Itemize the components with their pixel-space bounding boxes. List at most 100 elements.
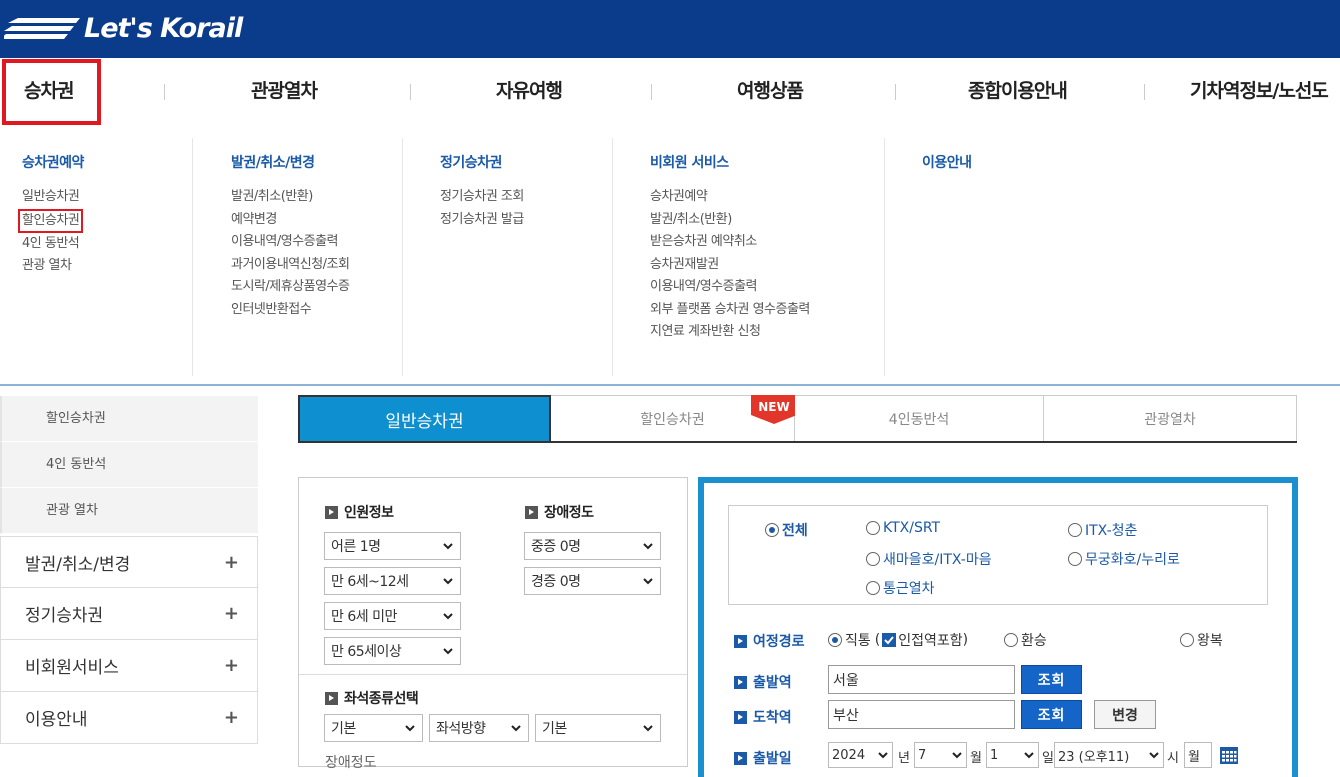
chevron-down-icon [405,725,415,732]
mega-link-discount-highlighted[interactable]: 할인승차권 [18,208,84,233]
sidebar-sub-4seat[interactable]: 4인 동반석 [0,442,258,488]
mega-col-nonmember: 비회원 서비스 승차권예약 발권/취소(반환) 받은승차권 예약취소 승차권재발… [650,138,810,376]
seat-type-select[interactable]: 기본 [324,714,423,742]
tab-tour[interactable]: 관광열차 [1044,395,1297,441]
arrival-search-button[interactable]: 조회 [1021,700,1082,729]
mega-link[interactable]: 지연료 계좌반환 신청 [650,321,810,344]
arrow-square-icon [734,710,747,724]
mega-head[interactable]: 승차권예약 [22,152,84,172]
radio-checked-icon [765,523,779,537]
departure-input[interactable]: 서울 [828,665,1015,694]
radio-all[interactable]: 전체 [765,520,808,540]
mild-select[interactable]: 경증 0명 [524,567,661,595]
sidebar-item-season[interactable]: 정기승차권 + [0,588,258,640]
mega-link[interactable]: 4인 동반석 [22,233,84,256]
hour-unit: 시 [1167,751,1179,766]
radio-ktx[interactable]: KTX/SRT [866,520,940,536]
tab-4seat[interactable]: 4인동반석 [795,395,1044,441]
seat-position-select[interactable]: 기본 [535,714,661,742]
month-select[interactable]: 7 [914,742,967,768]
mega-link[interactable]: 승차권예약 [650,186,810,209]
korail-logo[interactable]: Let's Korail [4,10,243,46]
severe-select[interactable]: 중증 0명 [524,532,661,560]
tab-general[interactable]: 일반승차권 [298,395,551,441]
seat-direction-select[interactable]: 좌석방향 [429,714,529,742]
arrow-square-icon [734,634,747,648]
mega-link[interactable]: 승차권재발권 [650,254,810,277]
nav-free-travel[interactable]: 자유여행 [496,76,563,103]
radio-mugunghwa[interactable]: 무궁화호/누리로 [1068,549,1180,569]
year-select[interactable]: 2024 [828,742,893,768]
tab-label: 할인승차권 [640,411,705,428]
nav-divider [410,84,411,100]
route-roundtrip-radio[interactable]: 왕복 [1180,630,1223,650]
arrow-square-icon [525,505,538,519]
route-transfer-radio[interactable]: 환승 [1004,630,1047,650]
nav-divider [895,84,896,100]
sidebar-item-nonmember[interactable]: 비회원서비스 + [0,640,258,692]
mega-head[interactable]: 이용안내 [922,152,972,172]
chevron-down-icon [952,752,962,759]
sidebar-item-issue[interactable]: 발권/취소/변경 + [0,536,258,588]
child-select[interactable]: 만 6세~12세 [324,567,461,595]
calendar-icon[interactable] [1219,745,1239,765]
mega-link[interactable]: 이용내역/영수증출력 [650,276,810,299]
nav-guide[interactable]: 종합이용안내 [968,76,1068,103]
mega-link[interactable]: 발권/취소(반환) [650,209,810,232]
mega-head[interactable]: 비회원 서비스 [650,152,810,172]
arrow-square-icon [325,691,338,705]
radio-icon [1068,523,1082,537]
hour-select[interactable]: 23 (오후11) [1054,742,1164,768]
mega-link[interactable]: 정기승차권 발급 [440,209,524,232]
mega-link[interactable]: 일반승차권 [22,186,84,209]
chevron-down-icon [643,578,653,585]
radio-itx[interactable]: ITX-청춘 [1068,520,1137,540]
senior-select[interactable]: 만 65세이상 [324,637,461,665]
nav-ticket[interactable]: 승차권 [24,76,74,103]
mega-link[interactable]: 받은승차권 예약취소 [650,231,810,254]
sidebar-item-label: 비회원서비스 [25,658,119,678]
mega-divider [612,138,613,376]
radio-icon [1004,633,1018,647]
main-nav: 승차권 관광열차 자유여행 여행상품 종합이용안내 기차역정보/노선도 [0,58,1340,126]
swap-button[interactable]: 변경 [1094,700,1156,729]
mega-link[interactable]: 인터넷반환접수 [231,299,349,322]
mega-head[interactable]: 발권/취소/변경 [231,152,349,172]
adult-select[interactable]: 어른 1명 [324,532,461,560]
top-bar: Let's Korail [0,0,1340,58]
sidebar-item-guide[interactable]: 이용안내 + [0,692,258,744]
sidebar: 할인승차권 4인 동반석 관광 열차 발권/취소/변경 + 정기승차권 + 비회… [0,396,258,744]
mega-link[interactable]: 외부 플랫폼 승차권 영수증출력 [650,299,810,322]
route-direct-radio[interactable]: 직통 ( 인접역포함) [828,630,968,650]
mega-link[interactable]: 과거이용내역신청/조회 [231,254,350,277]
nav-tour-train[interactable]: 관광열차 [251,76,318,103]
arrow-square-icon [325,505,338,519]
logo-text: Let's Korail [84,12,243,44]
mega-col-issue: 발권/취소/변경 발권/취소(반환) 예약변경 이용내역/영수증출력 과거이용내… [231,138,350,376]
mega-link[interactable]: 이용내역/영수증출력 [231,231,349,254]
infant-select[interactable]: 만 6세 미만 [324,602,461,630]
sidebar-sub-tour[interactable]: 관광 열차 [0,488,258,534]
mega-link[interactable]: 예약변경 [231,209,349,232]
mega-head[interactable]: 정기승차권 [440,152,524,172]
new-badge-text: NEW [758,400,789,414]
search-panel: 전체 KTX/SRT ITX-청춘 새마을호/ITX-마음 무궁화호/누리로 통… [698,477,1298,777]
nav-station-info[interactable]: 기차역정보/노선도 [1190,76,1329,103]
mega-link[interactable]: 도시락/제휴상품영수증 [231,276,350,299]
arrival-input[interactable]: 부산 [828,700,1015,729]
radio-icon [866,521,880,535]
radio-commuter[interactable]: 통근열차 [866,578,935,598]
sidebar-sub-discount[interactable]: 할인승차권 [0,396,258,442]
nav-travel-products[interactable]: 여행상품 [737,76,804,103]
chevron-down-icon [643,543,653,550]
date-label: 출발일 [734,748,792,768]
mega-link[interactable]: 발권/취소(반환) [231,186,349,209]
month-unit: 월 [970,751,982,766]
day-select[interactable]: 1 [986,742,1039,768]
mega-link[interactable]: 정기승차권 조회 [440,186,524,209]
tab-discount[interactable]: 할인승차권 NEW [551,395,797,441]
checkbox-checked-icon[interactable] [882,633,897,647]
departure-search-button[interactable]: 조회 [1021,665,1082,694]
mega-link[interactable]: 관광 열차 [22,255,84,278]
radio-saemaeul[interactable]: 새마을호/ITX-마음 [866,549,992,569]
